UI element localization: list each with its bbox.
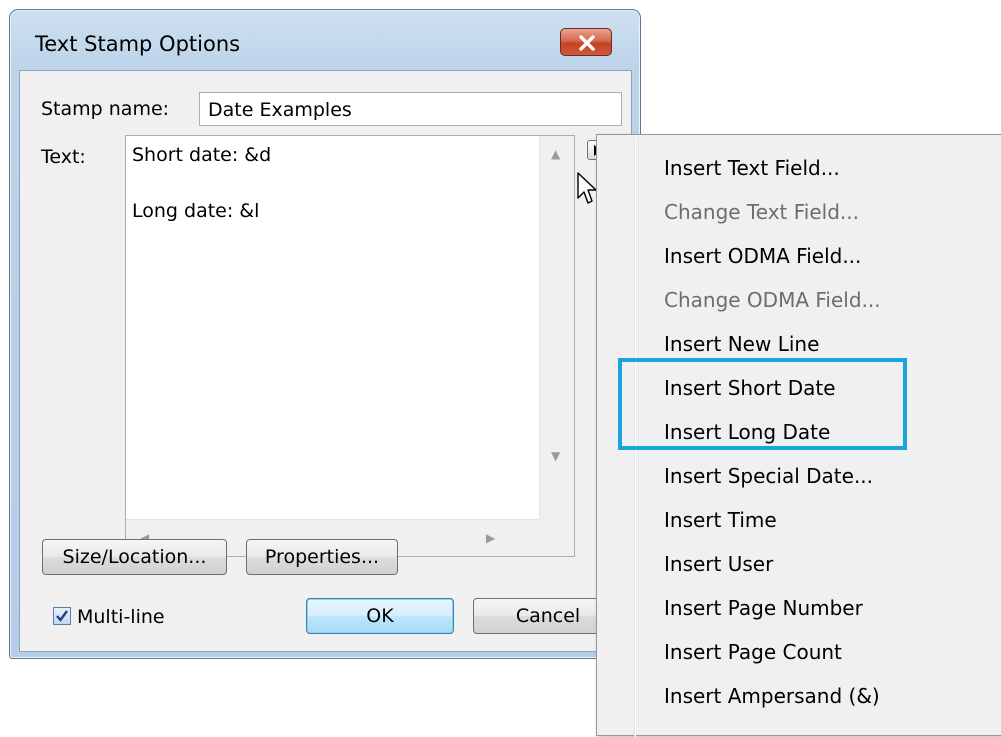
scroll-down-arrow-icon[interactable]: ▼ <box>551 450 560 462</box>
menu-item-change-text-field: Change Text Field... <box>664 200 859 224</box>
menu-item-insert-ampersand[interactable]: Insert Ampersand (&) <box>664 684 880 708</box>
stamp-name-field[interactable]: Date Examples <box>199 92 622 126</box>
menu-item-insert-time[interactable]: Insert Time <box>664 508 777 532</box>
menu-item-insert-page-number[interactable]: Insert Page Number <box>664 596 863 620</box>
dialog-body: Stamp name: Date Examples Text: Short da… <box>19 70 632 652</box>
ok-button[interactable]: OK <box>306 598 454 634</box>
text-stamp-options-dialog: Text Stamp Options Stamp name: Date Exam… <box>9 9 641 659</box>
close-icon <box>579 35 595 51</box>
vertical-scrollbar[interactable]: ▲ ▼ <box>539 136 574 520</box>
size-location-button[interactable]: Size/Location... <box>42 539 227 575</box>
multiline-checkbox[interactable] <box>53 607 71 625</box>
menu-item-insert-special-date[interactable]: Insert Special Date... <box>664 464 873 488</box>
checkmark-icon <box>56 610 68 622</box>
text-label: Text: <box>41 146 86 168</box>
menu-item-change-odma-field: Change ODMA Field... <box>664 288 881 312</box>
text-line: Short date: &d <box>132 144 272 166</box>
date-items-highlight-box <box>618 358 907 450</box>
menu-item-insert-page-count[interactable]: Insert Page Count <box>664 640 842 664</box>
multiline-label[interactable]: Multi-line <box>77 606 165 628</box>
menu-item-insert-user[interactable]: Insert User <box>664 552 773 576</box>
scroll-right-arrow-icon[interactable]: ▶ <box>486 532 495 544</box>
close-button[interactable] <box>560 28 612 56</box>
scrollbar-corner <box>539 519 574 556</box>
menu-item-insert-new-line[interactable]: Insert New Line <box>664 332 819 356</box>
dialog-title: Text Stamp Options <box>35 32 241 56</box>
stamp-name-label: Stamp name: <box>41 98 170 120</box>
text-line: Long date: &l <box>132 200 260 222</box>
menu-item-insert-text-field[interactable]: Insert Text Field... <box>664 156 840 180</box>
scroll-up-arrow-icon[interactable]: ▲ <box>551 148 560 160</box>
stamp-text-area[interactable]: Short date: &d Long date: &l ▲ ▼ ◀ ▶ <box>125 135 575 557</box>
title-bar[interactable]: Text Stamp Options <box>10 10 640 70</box>
properties-button[interactable]: Properties... <box>246 539 398 575</box>
menu-item-insert-odma-field[interactable]: Insert ODMA Field... <box>664 244 861 268</box>
